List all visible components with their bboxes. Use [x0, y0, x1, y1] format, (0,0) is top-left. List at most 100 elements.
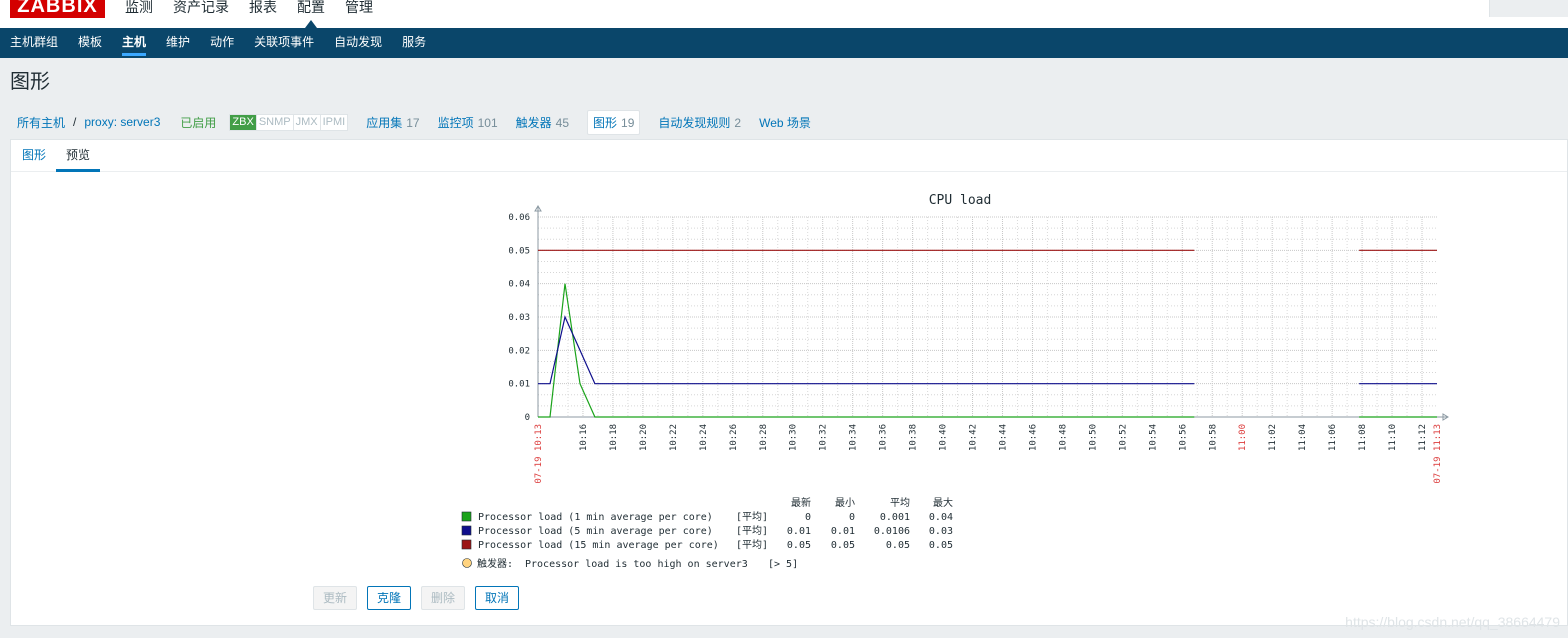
page-title: 图形: [10, 71, 50, 93]
x-tick-label: 10:38: [909, 424, 919, 451]
host-link-applications[interactable]: 应用集 17: [366, 114, 419, 131]
trigger-icon: [462, 558, 472, 568]
x-tick-label: 10:42: [969, 424, 979, 451]
chart-title: CPU load: [929, 193, 992, 208]
sub-menu-host-groups[interactable]: 主机群组: [10, 28, 58, 58]
link-label[interactable]: 自动发现规则: [658, 116, 730, 130]
legend-value-min: 0.05: [831, 540, 855, 551]
link-label[interactable]: 触发器: [516, 116, 552, 130]
link-label[interactable]: 监控项: [438, 116, 474, 130]
legend-func: [平均]: [736, 511, 768, 523]
chart-legend: 最新 最小 平均 最大 Processor load (1 min average pe…: [461, 496, 953, 570]
x-tick-label: 10:24: [699, 424, 709, 451]
sub-menu-hosts[interactable]: 主机: [122, 28, 147, 58]
breadcrumb-all-hosts[interactable]: 所有主机: [17, 114, 65, 131]
legend-swatch: [461, 511, 472, 522]
x-tick-label: 10:20: [639, 424, 649, 451]
x-tick-label: 10:34: [849, 424, 859, 451]
x-tick-label: 10:26: [729, 424, 739, 451]
y-tick-label: 0.04: [508, 280, 530, 290]
badge-jmx: JMX: [293, 114, 321, 130]
legend-series-name: Processor load (1 min average per core): [478, 512, 713, 523]
delete-button[interactable]: 删除: [421, 586, 466, 610]
x-tick-label: 11:04: [1298, 424, 1308, 451]
update-button[interactable]: 更新: [313, 586, 358, 610]
host-link-web-scenarios[interactable]: Web 场景: [759, 114, 811, 131]
legend-header-min: 最小: [835, 497, 855, 509]
main-menu: 监测 资产记录 报表 配置 管理: [125, 0, 393, 28]
legend-swatch: [461, 525, 472, 536]
host-link-graphs[interactable]: 图形 19: [587, 109, 641, 135]
x-tick-label: 10:48: [1058, 424, 1068, 451]
breadcrumb-separator: /: [73, 115, 77, 129]
tab-preview[interactable]: 预览: [55, 148, 101, 172]
legend-func: [平均]: [736, 525, 768, 537]
main-menu-monitoring[interactable]: 监测: [125, 0, 153, 18]
main-menu-reports[interactable]: 报表: [249, 0, 277, 18]
link-count: 45: [555, 115, 570, 130]
x-tick-label: 10:30: [789, 424, 799, 451]
trigger-prefix: 触发器:: [477, 557, 513, 570]
legend-header-last: 最新: [791, 496, 811, 509]
trigger-name: Processor load is too high on server3: [525, 559, 748, 570]
host-link-items[interactable]: 监控项 101: [438, 114, 498, 131]
badge-snmp: SNMP: [256, 114, 294, 130]
x-tick-label: 10:16: [579, 424, 589, 451]
sub-menu-templates[interactable]: 模板: [78, 28, 102, 58]
main-menu-inventory[interactable]: 资产记录: [173, 0, 229, 18]
y-tick-label: 0.01: [508, 380, 530, 390]
legend-value-last: 0.05: [787, 540, 811, 551]
legend-value-last: 0.01: [787, 526, 811, 537]
x-tick-label: 10:32: [819, 424, 829, 451]
legend-series-name: Processor load (15 min average per core): [478, 540, 719, 551]
x-tick-label: 11:06: [1328, 424, 1338, 451]
x-tick-label: 11:08: [1358, 424, 1368, 451]
host-navigation: 所有主机 / proxy: server3 已启用 ZBX SNMP JMX I…: [10, 108, 811, 136]
breadcrumb-host[interactable]: proxy: server3: [84, 115, 160, 129]
clone-button[interactable]: 克隆: [367, 586, 412, 610]
sub-menu: 主机群组 模板 主机 维护 动作 关联项事件 自动发现 服务: [0, 28, 1568, 58]
sub-menu-services[interactable]: 服务: [402, 28, 426, 58]
x-tick-label: 10:28: [759, 424, 769, 451]
cancel-button[interactable]: 取消: [475, 586, 520, 610]
link-count: 17: [406, 115, 420, 130]
x-tick-label: 10:52: [1118, 424, 1128, 451]
link-count: 2: [734, 115, 742, 130]
zabbix-logo[interactable]: ZABBIX: [10, 0, 105, 18]
y-tick-label: 0.02: [508, 346, 530, 356]
chart-grid: [538, 216, 1437, 418]
y-tick-label: 0: [525, 413, 530, 423]
sub-menu-correlation[interactable]: 关联项事件: [254, 28, 314, 58]
legend-value-last: 0: [805, 512, 811, 523]
x-tick-label: 11:10: [1388, 424, 1398, 451]
host-link-triggers[interactable]: 触发器 45: [516, 114, 569, 131]
search-input[interactable]: [1489, 0, 1568, 17]
main-menu-administration[interactable]: 管理: [345, 0, 373, 18]
host-link-discovery-rules[interactable]: 自动发现规则 2: [658, 114, 741, 131]
legend-value-max: 0.03: [929, 526, 953, 537]
form-buttons: 更新 克隆 删除 取消: [313, 586, 529, 610]
legend-func: [平均]: [736, 539, 768, 551]
x-tick-label: 10:50: [1088, 424, 1098, 451]
link-label[interactable]: 应用集: [366, 116, 402, 130]
badge-zbx: ZBX: [230, 114, 257, 130]
x-tick-label: 10:36: [879, 424, 889, 451]
x-tick-label: 11:02: [1268, 424, 1278, 451]
x-tick-label: 10:44: [998, 424, 1008, 451]
sub-menu-maintenance[interactable]: 维护: [166, 28, 190, 58]
sub-menu-discovery[interactable]: 自动发现: [334, 28, 382, 58]
legend-header-avg: 平均: [890, 497, 910, 509]
tab-graph[interactable]: 图形: [22, 148, 46, 162]
badge-ipmi: IPMI: [320, 114, 348, 130]
link-label[interactable]: 图形: [593, 116, 617, 130]
y-tick-label: 0.05: [508, 246, 530, 256]
host-status[interactable]: 已启用: [180, 114, 216, 131]
sub-menu-actions[interactable]: 动作: [210, 28, 234, 58]
chart-axes: 0 0.01 0.02 0.03 0.04 0.05 0.06 07-19 10:13 10:1…: [508, 205, 1449, 484]
y-tick-label: 0.03: [508, 313, 530, 323]
legend-value-max: 0.04: [929, 512, 953, 523]
link-label[interactable]: Web 场景: [759, 116, 811, 130]
legend-value-avg: 0.05: [886, 540, 910, 551]
main-menu-configuration[interactable]: 配置: [297, 0, 325, 28]
sub-menu-bar: 主机群组 模板 主机 维护 动作 关联项事件 自动发现 服务: [0, 28, 1568, 58]
